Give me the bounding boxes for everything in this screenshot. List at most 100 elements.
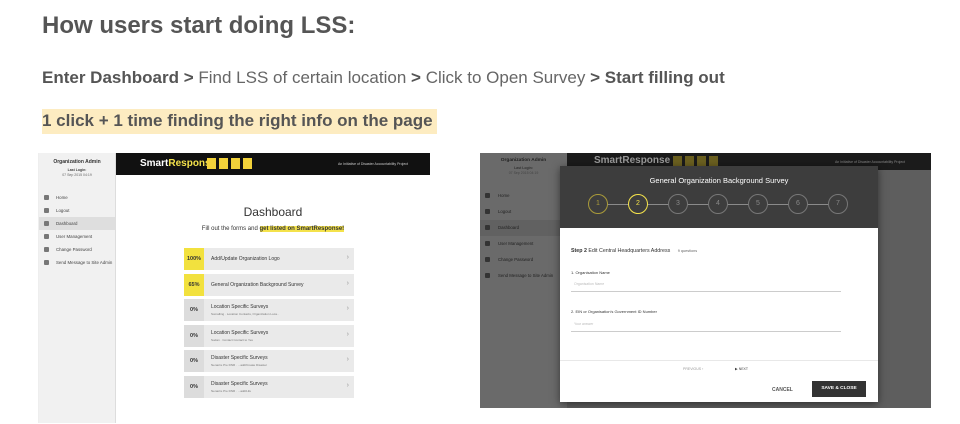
flow-step-2: Find LSS of certain location <box>198 68 407 87</box>
modal-header: General Organization Background Survey 1… <box>560 166 878 228</box>
users-icon <box>485 241 490 246</box>
message-icon <box>485 273 490 278</box>
sidebar-item-label: Logout <box>56 208 70 213</box>
step-circle[interactable]: 1 <box>588 194 608 214</box>
step-circle[interactable]: 7 <box>828 194 848 214</box>
ein-input[interactable]: Your answer <box>574 322 593 326</box>
dashboard-subtitle: Fill out the forms and get listed on Sma… <box>116 226 430 232</box>
topbar-tagline: An Initiative of Disaster Accountability… <box>337 162 408 166</box>
user-flow-steps: Enter Dashboard > Find LSS of certain lo… <box>42 68 725 88</box>
survey-list: 100% Add/Update Organization Logo › 65% … <box>184 248 354 401</box>
dashboard-screenshot: Organization Admin Last Login: 07 Sep 20… <box>38 153 430 423</box>
sidebar-item-logout[interactable]: Logout <box>39 204 115 217</box>
survey-name: Add/Update Organization Logo <box>211 256 280 262</box>
sidebar-item-dashboard[interactable]: Dashboard <box>480 220 567 236</box>
sidebar-last-login-label: Last Login: <box>514 166 533 170</box>
survey-modal: General Organization Background Survey 1… <box>560 166 878 402</box>
play-icon: ▶ <box>735 367 738 371</box>
flow-separator: > <box>590 68 601 87</box>
completion-percent: 0% <box>184 324 204 347</box>
sidebar-item-home[interactable]: Home <box>39 191 115 204</box>
survey-meta: Nenazre Pre DNR · ...add/Create Disaster <box>211 363 268 367</box>
step-heading: Step 2 Edit Central Headquarters Address… <box>571 248 697 254</box>
partner-logos <box>207 158 255 176</box>
survey-meta: Nenazre Pre DNR · ...add/Life <box>211 388 252 393</box>
sidebar-item-label: Change Password <box>56 247 92 252</box>
organisation-name-input[interactable]: Organisation Name <box>574 282 604 286</box>
partner-logo-icon <box>219 158 228 169</box>
sidebar-last-login-label: Last Login: <box>67 168 87 172</box>
modal-title: General Organization Background Survey <box>649 176 789 185</box>
field-label: 1. Organisation Name <box>571 270 610 275</box>
completion-percent: 0% <box>184 299 204 321</box>
logo-part-a: Smart <box>140 158 169 169</box>
survey-row[interactable]: 100% Add/Update Organization Logo › <box>184 248 354 270</box>
step-circle-current[interactable]: 2 <box>628 194 648 214</box>
survey-row[interactable]: 0% Location Specific Surveys Somalling ·… <box>184 299 354 321</box>
sidebar-item-label: Home <box>56 195 68 200</box>
step-label: Step 2 <box>571 248 587 254</box>
sidebar-last-login-date: 07 Sep 2015 04:19 <box>508 171 539 175</box>
step-circle[interactable]: 5 <box>748 194 768 214</box>
sidebar-item-change-password[interactable]: Change Password <box>480 252 567 268</box>
survey-meta: Sudan · Contact Contact to Yes <box>211 337 253 342</box>
step-circle[interactable]: 6 <box>788 194 808 214</box>
sidebar-item-label: Send Message to Site Admin <box>56 260 113 265</box>
survey-row[interactable]: 0% Disaster Specific Surveys Nenazre Pre… <box>184 350 354 372</box>
next-button[interactable]: ▶ NEXT <box>735 367 748 371</box>
sidebar-nav: Home Logout Dashboard User Management Ch… <box>39 191 115 269</box>
survey-row[interactable]: 0% Disaster Specific Surveys Nenazre Pre… <box>184 375 354 398</box>
sidebar-item-send-message[interactable]: Send Message to Site Admin <box>39 256 115 269</box>
step-circle[interactable]: 3 <box>668 194 688 214</box>
partner-logo-icon <box>231 158 240 169</box>
sidebar-item-label: Home <box>498 193 510 198</box>
completion-percent: 0% <box>184 350 204 372</box>
sidebar-item-label: Send Message to Site Admin <box>498 273 554 278</box>
flow-step-1: Enter Dashboard <box>42 68 179 87</box>
sidebar-item-logout[interactable]: Logout <box>480 204 567 220</box>
user-icon <box>44 247 49 252</box>
dashboard-icon <box>44 221 49 226</box>
subtitle-highlight: get listed on SmartResponse! <box>259 226 345 232</box>
slide-heading: How users start doing LSS: <box>42 12 356 39</box>
chevron-right-icon: › <box>346 330 349 338</box>
users-icon <box>44 234 49 239</box>
step-title: Edit Central Headquarters Address <box>588 248 671 254</box>
completion-percent: 65% <box>184 273 204 296</box>
cancel-button[interactable]: CANCEL <box>772 387 793 393</box>
previous-button[interactable]: PREVIOUS ‹ <box>683 367 703 371</box>
input-underline <box>571 291 841 292</box>
sidebar-item-home[interactable]: Home <box>480 188 567 204</box>
step-indicator: 1 2 3 4 5 6 7 <box>588 194 850 214</box>
chevron-right-icon: › <box>346 381 349 389</box>
user-icon <box>485 257 490 262</box>
question-count: 9 questions <box>677 249 698 253</box>
save-and-close-button[interactable]: SAVE & CLOSE <box>812 381 866 397</box>
step-circle[interactable]: 4 <box>708 194 728 214</box>
smartresponse-logo[interactable]: SmartResponse <box>594 155 670 166</box>
dashboard-sidebar: Organization Admin Last Login: 07 Sep 20… <box>39 153 116 423</box>
sidebar-item-user-management[interactable]: User Management <box>480 236 567 252</box>
lock-icon <box>44 208 49 213</box>
flow-step-3: Click to Open Survey <box>425 68 586 87</box>
dashboard-title: Dashboard <box>243 205 303 219</box>
flow-separator: > <box>183 68 194 87</box>
chevron-right-icon: › <box>346 254 349 261</box>
smartresponse-logo[interactable]: SmartResponse <box>140 158 216 169</box>
partner-logo-icon <box>207 158 216 169</box>
partner-logo-icon <box>243 158 252 169</box>
sidebar-item-dashboard[interactable]: Dashboard <box>39 217 115 230</box>
survey-row[interactable]: 65% General Organization Background Surv… <box>184 273 354 296</box>
sidebar-item-label: Change Password <box>498 257 534 262</box>
dimmed-sidebar: Organization Admin Last Login: 07 Sep 20… <box>480 153 567 408</box>
sidebar-org-name: Organization Admin <box>53 159 101 165</box>
sidebar-last-login-date: 07 Sep 2015 04:19 <box>62 173 92 177</box>
survey-name: General Organization Background Survey <box>211 281 304 288</box>
sidebar-item-send-message[interactable]: Send Message to Site Admin <box>480 268 567 284</box>
survey-name: Location Specific Surveys <box>211 304 269 310</box>
chevron-right-icon: › <box>346 279 349 287</box>
survey-name: Disaster Specific Surveys <box>211 355 268 361</box>
survey-row[interactable]: 0% Location Specific Surveys Sudan · Con… <box>184 324 354 347</box>
sidebar-item-user-management[interactable]: User Management <box>39 230 115 243</box>
sidebar-item-change-password[interactable]: Change Password <box>39 243 115 256</box>
